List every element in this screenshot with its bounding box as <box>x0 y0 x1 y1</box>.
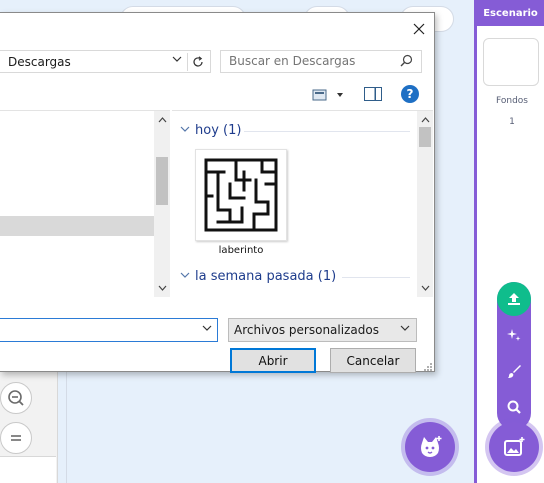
dialog-toolbar: ? <box>0 83 433 107</box>
stage-header: Escenario <box>477 0 544 26</box>
group-divider <box>244 131 410 132</box>
group-header-today[interactable]: hoy (1) <box>180 121 241 139</box>
file-type-select[interactable]: Archivos personalizados <box>228 318 417 342</box>
choose-backdrop-main-button[interactable] <box>489 422 539 472</box>
scroll-up-icon[interactable] <box>417 113 433 127</box>
chevron-down-icon <box>400 323 410 336</box>
zoom-out-icon[interactable] <box>0 382 32 414</box>
open-button[interactable]: Abrir <box>230 348 316 373</box>
sprite-pane <box>66 372 470 483</box>
file-list-scrollbar[interactable] <box>417 111 433 297</box>
navigation-pane <box>0 110 170 297</box>
sprite-info-strip <box>0 456 56 483</box>
surprise-icon <box>507 329 521 341</box>
navigation-scrollbar[interactable] <box>154 111 170 297</box>
view-options-icon <box>312 89 343 101</box>
search-backdrop-icon <box>507 400 521 414</box>
chevron-down-icon[interactable] <box>172 54 182 67</box>
backdrop-icon <box>504 437 525 456</box>
view-options-button[interactable] <box>311 87 347 103</box>
upload-icon <box>508 293 520 305</box>
paint-backdrop-button[interactable] <box>497 356 531 386</box>
search-input[interactable] <box>229 54 399 68</box>
paint-icon <box>508 365 521 378</box>
help-icon[interactable]: ? <box>401 85 419 103</box>
chevron-down-icon <box>180 271 190 282</box>
address-path: Descargas <box>8 55 71 69</box>
file-item[interactable]: laberinto <box>195 149 287 259</box>
choose-backdrop-button[interactable] <box>497 392 531 422</box>
scrollbar-thumb[interactable] <box>156 157 168 205</box>
file-name: laberinto <box>218 245 264 256</box>
nav-selected-item[interactable] <box>0 216 154 236</box>
group-header-label: la semana pasada (1) <box>195 268 337 284</box>
chevron-down-icon <box>180 125 190 136</box>
address-bar[interactable]: Descargas <box>0 50 211 73</box>
open-file-dialog: Descargas ? <box>0 12 435 373</box>
scroll-up-icon[interactable] <box>154 113 170 127</box>
file-thumbnail <box>195 149 287 241</box>
file-type-value: Archivos personalizados <box>234 323 379 337</box>
close-icon[interactable] <box>404 17 434 41</box>
scroll-down-icon[interactable] <box>417 281 433 295</box>
zoom-reset-icon[interactable] <box>0 422 32 454</box>
backdrops-label: Fondos <box>496 96 528 106</box>
group-header-label: hoy (1) <box>195 122 242 138</box>
scrollbar-thumb[interactable] <box>419 127 431 147</box>
group-header-last-week[interactable]: la semana pasada (1) <box>180 267 336 285</box>
stage-thumbnail[interactable] <box>483 38 539 86</box>
file-list: hoy (1) laberinto la semana pasada (1) <box>172 110 433 297</box>
surprise-backdrop-button[interactable] <box>497 320 531 350</box>
sprite-icon <box>421 436 442 457</box>
preview-pane-icon[interactable] <box>364 87 382 101</box>
backdrop-menu <box>497 282 531 430</box>
resize-grip-icon[interactable] <box>423 361 433 371</box>
backdrops-count: 1 <box>509 117 515 127</box>
choose-sprite-button[interactable] <box>405 422 455 472</box>
stage-panel: Escenario Fondos 1 <box>474 0 544 483</box>
scroll-down-icon[interactable] <box>154 281 170 295</box>
file-name-combobox[interactable] <box>0 318 218 342</box>
chevron-down-icon[interactable] <box>202 323 212 336</box>
group-divider <box>342 277 410 278</box>
refresh-icon[interactable] <box>187 53 207 71</box>
upload-backdrop-button[interactable] <box>497 282 531 316</box>
cancel-button[interactable]: Cancelar <box>330 348 416 373</box>
search-field[interactable] <box>220 50 422 73</box>
search-icon[interactable] <box>400 54 413 70</box>
